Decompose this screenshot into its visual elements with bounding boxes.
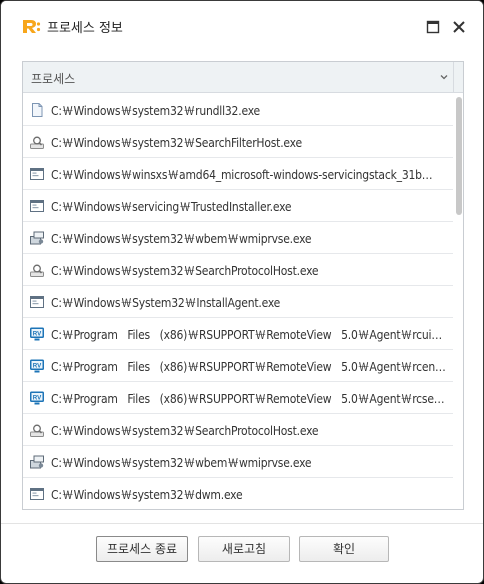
scrollbar-thumb[interactable] bbox=[456, 97, 462, 215]
end-process-button[interactable]: 프로세스 종료 bbox=[96, 536, 188, 562]
column-header[interactable]: 프로세스 bbox=[23, 62, 463, 93]
process-list-panel: 프로세스 C:￦Windows￦system32￦rundll32.exe C:￦… bbox=[22, 61, 464, 510]
process-row[interactable]: C:￦Windows￦system32￦SearchFilterHost.exe bbox=[23, 126, 453, 158]
footer-divider bbox=[1, 523, 483, 524]
process-row[interactable]: C:￦Windows￦System32￦InstallAgent.exe bbox=[23, 286, 453, 318]
vertical-scrollbar[interactable] bbox=[454, 94, 463, 509]
search-service-icon bbox=[30, 136, 44, 149]
process-list: C:￦Windows￦system32￦rundll32.exe C:￦Windo… bbox=[23, 94, 453, 509]
chevron-down-icon[interactable] bbox=[439, 72, 449, 82]
title-bar[interactable]: 프로세스 정보 bbox=[1, 1, 483, 45]
process-row[interactable]: RV C:￦Program Files (x86)￦RSUPPORT￦Remote… bbox=[23, 318, 453, 350]
svg-text:RV: RV bbox=[33, 330, 42, 337]
process-info-dialog: 프로세스 정보 프로세스 C:￦Windows￦system32￦rundll3… bbox=[0, 0, 484, 584]
process-path: C:￦Windows￦System32￦InstallAgent.exe bbox=[51, 296, 281, 310]
process-row[interactable]: C:￦Windows￦winsxs￦amd64_microsoft-window… bbox=[23, 158, 453, 190]
process-path: C:￦Program Files (x86)￦RSUPPORT￦RemoteVi… bbox=[51, 360, 447, 374]
header-divider bbox=[453, 62, 454, 93]
process-row[interactable]: C:￦Windows￦system32￦rundll32.exe bbox=[23, 94, 453, 126]
rv-app-icon: RV bbox=[30, 327, 44, 341]
rv-app-icon: RV bbox=[30, 391, 44, 405]
process-path: C:￦Windows￦system32￦wbem￦wmiprvse.exe bbox=[51, 456, 312, 470]
app-logo-icon bbox=[23, 20, 41, 33]
process-row[interactable]: C:￦Windows￦servicing￦TrustedInstaller.ex… bbox=[23, 190, 453, 222]
process-row[interactable]: C:￦Windows￦system32￦wbem￦wmiprvse.exe bbox=[23, 222, 453, 254]
process-row[interactable]: RV C:￦Program Files (x86)￦RSUPPORT￦Remote… bbox=[23, 350, 453, 382]
maximize-icon[interactable] bbox=[425, 19, 441, 35]
window-title: 프로세스 정보 bbox=[47, 21, 123, 36]
process-path: C:￦Windows￦system32￦rundll32.exe bbox=[51, 104, 260, 118]
process-path: C:￦Program Files (x86)￦RSUPPORT￦RemoteVi… bbox=[51, 328, 447, 342]
process-row[interactable]: C:￦Windows￦system32￦SearchProtocolHost.e… bbox=[23, 414, 453, 446]
process-path: C:￦Program Files (x86)￦RSUPPORT￦RemoteVi… bbox=[51, 392, 447, 406]
column-header-label: 프로세스 bbox=[31, 72, 76, 86]
process-path: C:￦Windows￦servicing￦TrustedInstaller.ex… bbox=[51, 200, 292, 214]
application-window-icon bbox=[30, 296, 44, 308]
generic-file-icon bbox=[32, 103, 43, 117]
process-path: C:￦Windows￦system32￦dwm.exe bbox=[51, 488, 243, 502]
process-path: C:￦Windows￦system32￦SearchFilterHost.exe bbox=[51, 136, 302, 150]
search-service-icon bbox=[30, 264, 44, 277]
process-path: C:￦Windows￦system32￦wbem￦wmiprvse.exe bbox=[51, 232, 312, 246]
process-row[interactable]: C:￦Windows￦system32￦wbem￦wmiprvse.exe bbox=[23, 446, 453, 478]
application-window-icon bbox=[30, 200, 44, 212]
ok-button[interactable]: 확인 bbox=[299, 536, 389, 562]
rv-app-icon: RV bbox=[30, 359, 44, 373]
svg-text:RV: RV bbox=[33, 394, 42, 401]
refresh-button[interactable]: 새로고침 bbox=[198, 536, 290, 562]
close-icon[interactable] bbox=[451, 19, 467, 35]
svg-text:RV: RV bbox=[33, 362, 42, 369]
process-row[interactable]: RV C:￦Program Files (x86)￦RSUPPORT￦Remote… bbox=[23, 382, 453, 414]
process-path: C:￦Windows￦system32￦SearchProtocolHost.e… bbox=[51, 264, 319, 278]
process-path: C:￦Windows￦system32￦SearchProtocolHost.e… bbox=[51, 424, 319, 438]
application-window-icon bbox=[30, 488, 44, 500]
process-path: C:￦Windows￦winsxs￦amd64_microsoft-window… bbox=[51, 168, 433, 182]
application-window-icon bbox=[30, 168, 44, 180]
wmi-provider-icon bbox=[30, 455, 44, 469]
search-service-icon bbox=[30, 424, 44, 437]
process-row[interactable]: C:￦Windows￦system32￦SearchProtocolHost.e… bbox=[23, 254, 453, 286]
wmi-provider-icon bbox=[30, 231, 44, 245]
process-row[interactable]: C:￦Windows￦system32￦dwm.exe bbox=[23, 478, 453, 509]
